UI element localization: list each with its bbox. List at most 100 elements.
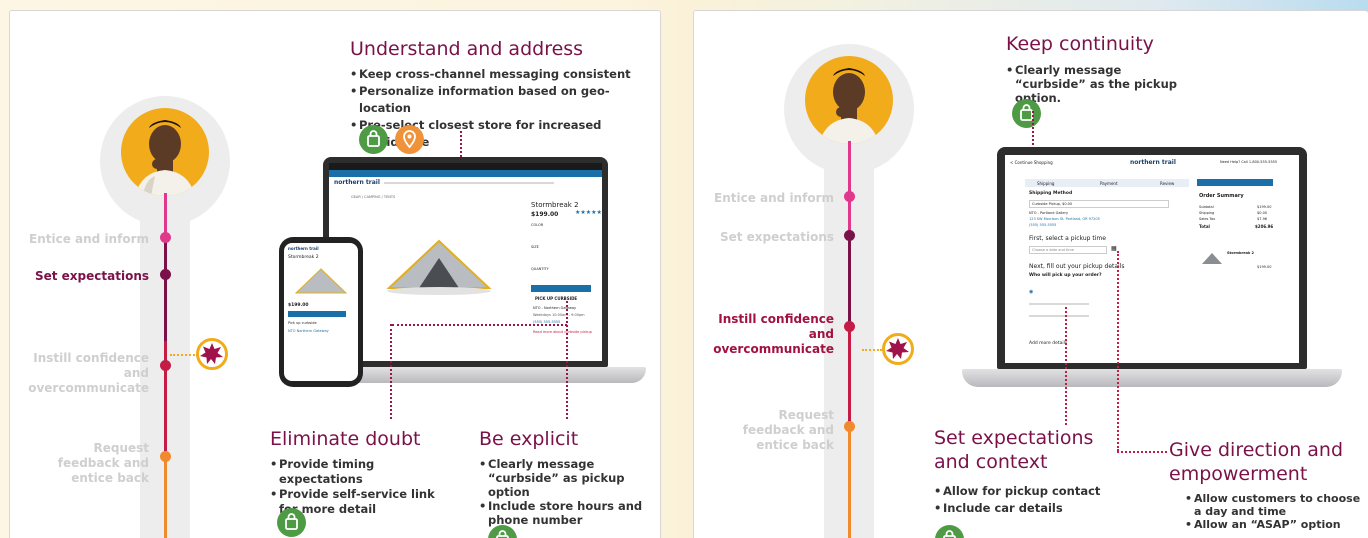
- connector-give-direction: [1117, 251, 1119, 451]
- pickup-time-heading: First, select a pickup time: [1029, 235, 1106, 242]
- phone-brand: northern trail: [288, 246, 319, 251]
- brand-logo: northern trail: [1130, 159, 1176, 166]
- continuity-title: Keep continuity: [1006, 33, 1154, 55]
- stage-dot-instill: [160, 360, 171, 371]
- cart-item-name: Stormbreak 2: [1227, 251, 1254, 255]
- phone-store: NTO Northern Gateway: [288, 329, 329, 333]
- radio-option[interactable]: ◉: [1029, 289, 1033, 295]
- pickup-time-input[interactable]: Choose a date and time: [1029, 246, 1107, 254]
- brand-logo: northern trail: [334, 179, 380, 186]
- connector-set-expectations: [1065, 307, 1067, 425]
- rating-stars: ★★★★★: [575, 209, 602, 216]
- cart-item-price: $199.00: [1257, 265, 1272, 269]
- step-shipping[interactable]: Shipping: [1037, 181, 1054, 186]
- bullet: Allow customers to choose a day and time: [1185, 492, 1365, 518]
- stage-dot-instill: [844, 321, 855, 332]
- bullet: Allow an “ASAP” option: [1185, 518, 1365, 531]
- phone-tent-image: [294, 268, 348, 294]
- connector-star: [862, 349, 882, 351]
- stage-label-instill: Instill confidence and overcommunicate: [713, 312, 834, 356]
- product-price: $199.00: [531, 211, 559, 218]
- step-review[interactable]: Review: [1160, 181, 1174, 186]
- bullet: Clearly message “curbside” as pickup opt…: [479, 457, 659, 499]
- left-panel: Entice and inform Set expectations Insti…: [9, 10, 661, 538]
- right-panel: Entice and inform Set expectations Insti…: [693, 10, 1368, 538]
- journey-line-red: [164, 341, 167, 451]
- form-field[interactable]: [1029, 303, 1089, 305]
- store-name: NTO - Portland Gallery: [1029, 211, 1069, 215]
- cart-item-image: [1202, 253, 1222, 264]
- pickup-label[interactable]: PICK UP CURBSIDE: [535, 296, 577, 301]
- continue-shopping-link[interactable]: < Continue Shopping: [1010, 160, 1053, 165]
- tax-value: $7.96: [1257, 217, 1268, 221]
- qty-label: QUANTITY: [531, 267, 549, 271]
- stage-dot-entice: [844, 191, 855, 202]
- stage-label-request: Request feedback and entice back: [57, 441, 149, 485]
- give-direction-bullets: Allow customers to choose a day and time…: [1185, 492, 1365, 531]
- bullet: Include car details: [934, 500, 1104, 517]
- bullet: Provide timing expectations: [270, 457, 450, 487]
- stage-label-request: Request feedback and entice back: [742, 408, 834, 452]
- give-direction-title: Give direction and empowerment: [1169, 439, 1344, 485]
- utility-bar: [329, 170, 602, 177]
- curbside-link[interactable]: Read more about curbside pickup: [533, 330, 592, 334]
- bullet: Allow for pickup contact: [934, 483, 1104, 500]
- explicit-bullets: Clearly message “curbside” as pickup opt…: [479, 457, 659, 527]
- laptop-screen: northern trail GEAR / CAMPING / TENTS St…: [329, 163, 602, 361]
- set-expectations-title: Set expectations and context: [934, 427, 1094, 473]
- phone-price: $199.00: [288, 303, 309, 308]
- shipping-method-select[interactable]: Curbside Pickup, $0.00: [1029, 200, 1169, 208]
- phone-product-name: Stormbreak 2: [288, 255, 319, 260]
- connector-give-direction-h: [1117, 451, 1167, 453]
- connector-eliminate: [390, 324, 392, 419]
- journey-line-orange: [848, 431, 851, 538]
- shipping-method-label: Shipping Method: [1029, 191, 1073, 196]
- laptop-base: [962, 369, 1342, 387]
- store-name: NTO - Northern Gateway: [533, 306, 577, 310]
- stage-label-set-expectations: Set expectations: [719, 230, 834, 244]
- total-label: Total: [1199, 224, 1210, 229]
- store-hours: Weekdays 10:00am - 9:00pm: [533, 313, 585, 317]
- phone-screen: northern trail Stormbreak 2 $199.00 Pick…: [284, 243, 358, 381]
- stage-dot-request: [160, 451, 171, 462]
- add-to-cart-button[interactable]: [531, 285, 591, 292]
- connector-star: [170, 354, 198, 356]
- connector-phone-laptop: [392, 324, 567, 326]
- calendar-icon[interactable]: ▦: [1111, 245, 1117, 252]
- phone-pickup[interactable]: Pick up curbside: [288, 321, 317, 325]
- stage-dot-set-expectations: [844, 230, 855, 241]
- who-pickup-label: Who will pick up your order?: [1029, 273, 1102, 278]
- eliminate-title: Eliminate doubt: [270, 428, 421, 450]
- person-avatar: [121, 108, 209, 196]
- bag-icon: [1012, 99, 1041, 128]
- star-badge-icon: [196, 338, 228, 370]
- stage-dot-entice: [160, 232, 171, 243]
- shipping-label: Shipping: [1199, 211, 1215, 215]
- breadcrumb: GEAR / CAMPING / TENTS: [351, 195, 396, 199]
- checkout-button[interactable]: [1197, 179, 1273, 186]
- pickup-details-heading: Next, fill out your pickup details: [1029, 263, 1125, 270]
- shipping-value: $0.00: [1257, 211, 1268, 215]
- bag-icon: [935, 525, 964, 538]
- location-pin-icon: [395, 125, 424, 154]
- connector-explicit: [566, 301, 568, 419]
- tent-image: [386, 239, 492, 295]
- bag-icon: [277, 508, 306, 537]
- journey-line-orange: [164, 451, 167, 538]
- product-name: Stormbreak 2: [531, 201, 579, 209]
- person-avatar: [805, 56, 893, 144]
- stage-label-instill: Instill confidence and overcommunicate: [28, 351, 149, 395]
- subtotal-label: Subtotal: [1199, 205, 1214, 209]
- add-details-label[interactable]: Add more details: [1029, 341, 1067, 346]
- stage-label-set-expectations: Set expectations: [34, 269, 149, 283]
- form-field[interactable]: [1029, 315, 1089, 317]
- star-badge-icon: [882, 333, 914, 365]
- store-address: 123 SW Morrison St. Portland, OR 97205: [1029, 217, 1100, 221]
- set-expectations-bullets: Allow for pickup contact Include car det…: [934, 483, 1104, 517]
- tax-label: Sales Tax: [1199, 217, 1216, 221]
- step-payment[interactable]: Payment: [1100, 181, 1118, 186]
- bullet: Personalize information based on geo-loc…: [350, 83, 660, 117]
- phone-add-to-cart[interactable]: [288, 311, 346, 317]
- bullet: Keep cross-channel messaging consistent: [350, 66, 660, 83]
- bullet: Include store hours and phone number: [479, 499, 659, 527]
